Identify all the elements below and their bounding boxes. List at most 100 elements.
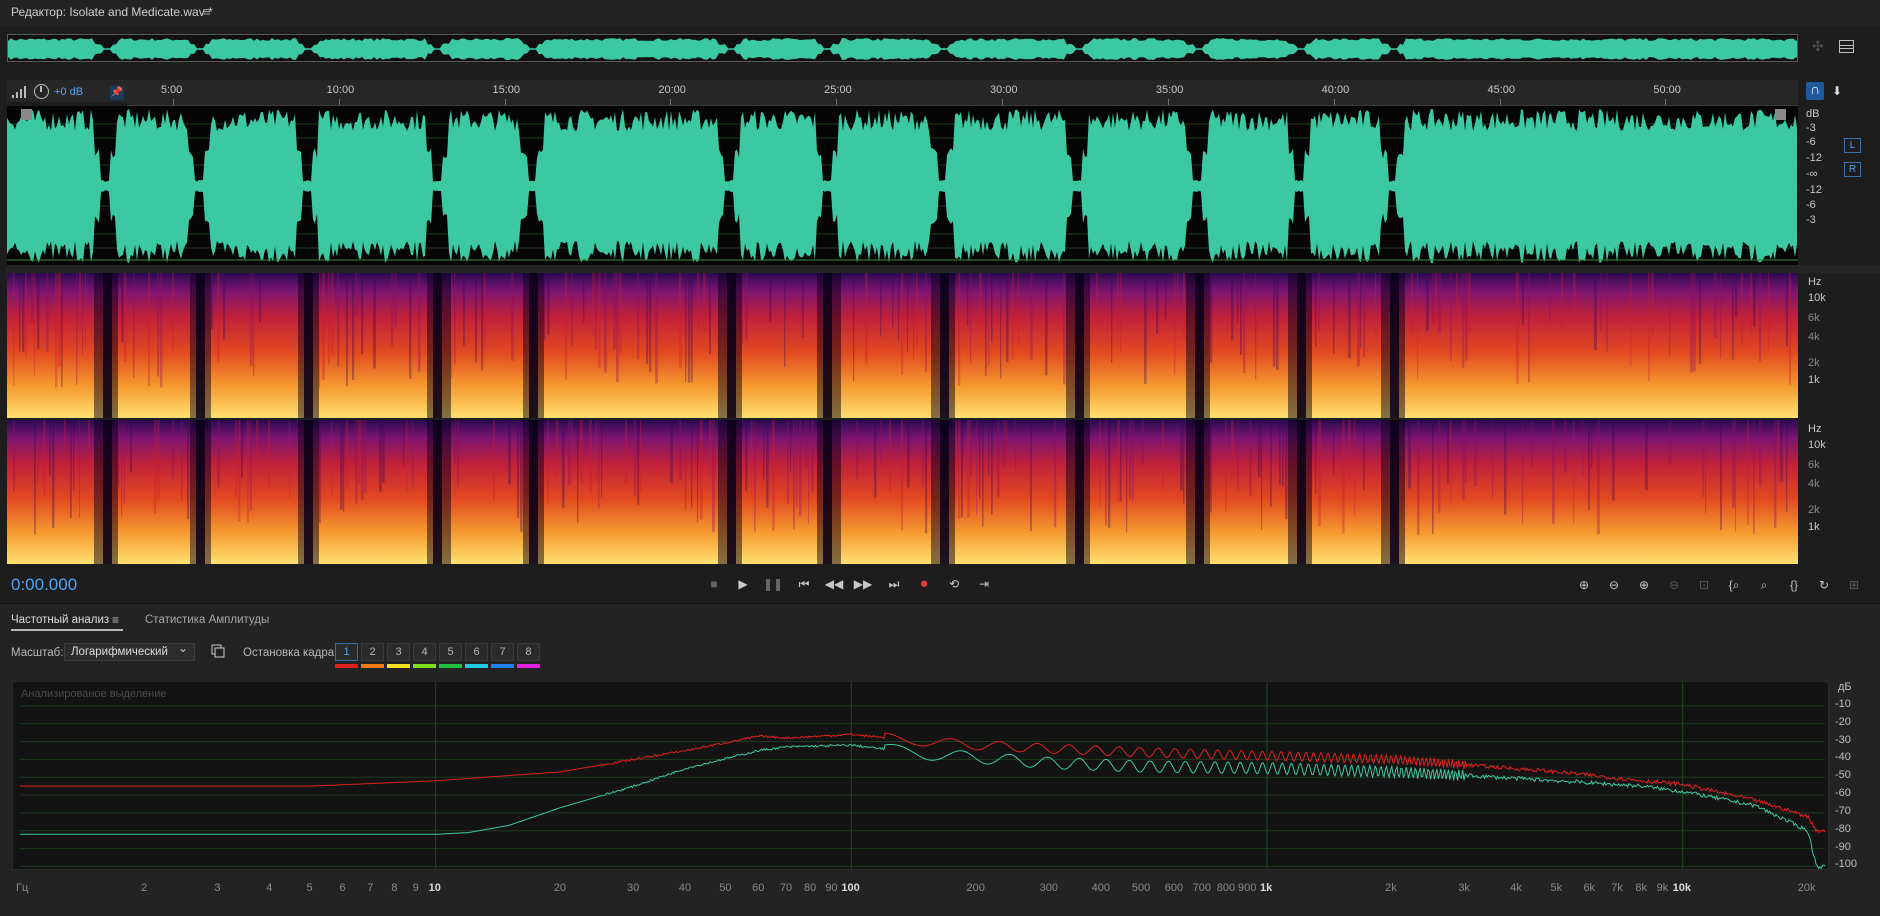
frequency-scale-label: 10k [1808,439,1826,451]
y-tick-label: -30 [1835,733,1851,746]
y-tick-label: дБ [1838,681,1852,693]
spectral-display-left[interactable] [7,273,1798,418]
transport-loop-button[interactable]: ⟲ [944,576,964,592]
spectrogram-right [7,420,1798,564]
hamburger-icon[interactable]: ≡ [203,4,211,19]
ruler-tick-label: 50:00 [1653,84,1681,96]
x-tick-label: 5 [306,882,313,894]
x-tick-label: 9k [1656,882,1669,894]
y-tick-label: -80 [1835,822,1851,835]
spectral-display-right[interactable] [7,420,1798,564]
series-line-1 [20,732,1826,833]
transport-pause-button[interactable]: ❚❚ [763,576,783,592]
tab-frequency-analysis[interactable]: Частотный анализ [11,614,109,626]
freeze-frame-button-4[interactable]: 4 [413,643,436,661]
frequency-scale-label: 6k [1808,312,1820,324]
series-line-2 [20,743,1826,869]
waveform-stereo [7,109,1798,263]
x-tick-label: 3 [214,882,221,894]
play-icon: ▶ [738,577,748,591]
rewind-icon: ◀◀ [824,577,844,591]
freeze-frame-button-1[interactable]: 1 [335,643,358,661]
freeze-frame-color-4 [413,664,436,668]
channel-l-button[interactable]: L [1844,138,1861,153]
ruler-tick-label: 40:00 [1321,84,1350,96]
transport-skip-start-button[interactable]: ⏮ [794,576,814,592]
time-ruler[interactable]: 5:00 10:00 15:00 20:00 25:00 30:00 35:00 40:00 4… [127,80,1798,106]
ruler-tick-label: 25:00 [824,84,852,96]
x-tick-label: 9 [412,882,419,894]
freeze-frame-button-2[interactable]: 2 [361,643,384,661]
zoom-in-right-icon: ⌕ [1760,578,1768,592]
zoom-out-amplitude-button[interactable]: ⊖ [1603,576,1625,594]
ruler-tick [1167,99,1169,105]
freeze-frame-color-7 [491,664,514,668]
tab-menu-icon[interactable]: ≡ [112,613,119,627]
waveform-display[interactable] [7,106,1798,265]
zoom-out-time-icon: ⊖ [1668,578,1680,592]
freeze-frame-button-5[interactable]: 5 [439,643,462,661]
transport-skip-selection-button[interactable]: ⇥ [974,576,994,592]
zoom-full-button[interactable]: ⊡ [1693,576,1715,594]
x-tick-label: 5k [1550,882,1563,894]
transport-play-button[interactable]: ▶ [733,576,753,592]
snap-magnet-icon[interactable] [1806,81,1824,100]
frequency-scale-label: 2k [1808,357,1820,369]
channel-r-button[interactable]: R [1844,162,1861,177]
timecode-display[interactable]: 0:00.000 [11,575,77,595]
volume-db-label[interactable]: +0 dB [54,86,83,98]
transport-fast-forward-button[interactable]: ▶▶ [853,576,873,592]
zoom-selection-button[interactable]: {} [1783,576,1805,594]
transport-stop-button[interactable]: ■ [704,576,724,592]
marker-icon[interactable]: ⬇ [1832,84,1842,98]
zoom-in-right-button[interactable]: ⌕ [1753,576,1775,594]
scale-dropdown[interactable]: Логарифмический [64,641,195,661]
ruler-tick [172,99,174,105]
ruler-tick [1499,99,1501,105]
zoom-fit-button[interactable]: ↻ [1813,576,1835,594]
tab-amplitude-statistics[interactable]: Статистика Амплитуды [145,614,269,626]
view-divider[interactable] [7,265,1880,273]
panel-layout-icon[interactable] [1839,40,1854,53]
ruler-tick-label: 30:00 [990,84,1018,96]
zoom-in-amplitude-button[interactable]: ⊕ [1573,576,1595,594]
transport-bar [0,566,1880,602]
overview-waveform [8,35,1797,61]
zoom-in-left-button[interactable]: {⌕ [1723,576,1745,594]
frequency-scale-label: 2k [1808,504,1820,516]
x-tick-label: 8k [1635,882,1647,894]
ruler-tick-label: 20:00 [658,84,686,96]
x-tick-label: 70 [779,882,793,894]
copy-icon[interactable] [211,644,225,658]
transport-record-button[interactable]: ● [914,576,934,592]
x-tick-label: 20k [1797,882,1816,894]
frequency-plot[interactable] [12,681,1829,870]
x-tick-label: 30 [626,882,640,894]
zoom-reset-button[interactable]: ⊞ [1843,576,1865,594]
waveform-overview[interactable] [7,34,1798,62]
zoom-navigator-icon[interactable]: ✣ [1812,38,1828,54]
frequency-scale-label: Hz [1808,276,1822,288]
transport-skip-end-button[interactable]: ⏭ [884,576,904,592]
transport-rewind-button[interactable]: ◀◀ [824,576,844,592]
ruler-tick [1333,99,1335,105]
freeze-frame-button-3[interactable]: 3 [387,643,410,661]
freeze-frame-button-8[interactable]: 8 [517,643,540,661]
y-tick-label: -40 [1835,751,1851,764]
pin-icon[interactable]: 📌 [110,86,124,100]
freeze-frame-button-6[interactable]: 6 [465,643,488,661]
zoom-in-time-button[interactable]: ⊕ [1633,576,1655,594]
freeze-frame-color-8 [517,664,540,668]
frequency-scale-left: Hz 10k 6k 4k 2k 1k [1798,273,1880,418]
zoom-in-time-icon: ⊕ [1638,578,1650,592]
zoom-out-time-button[interactable]: ⊖ [1663,576,1685,594]
freeze-frame-button-7[interactable]: 7 [491,643,514,661]
x-tick-label: 6k [1583,882,1596,894]
y-tick-label: -10 [1835,697,1851,710]
zoom-full-icon: ⊡ [1698,578,1710,592]
volume-knob-icon[interactable] [34,84,49,99]
level-meter-icon[interactable] [12,86,28,98]
frequency-scale-label: 1k [1808,521,1820,533]
plot-caption: Анализированое выделение [21,688,167,700]
active-tab-underline [11,629,123,631]
